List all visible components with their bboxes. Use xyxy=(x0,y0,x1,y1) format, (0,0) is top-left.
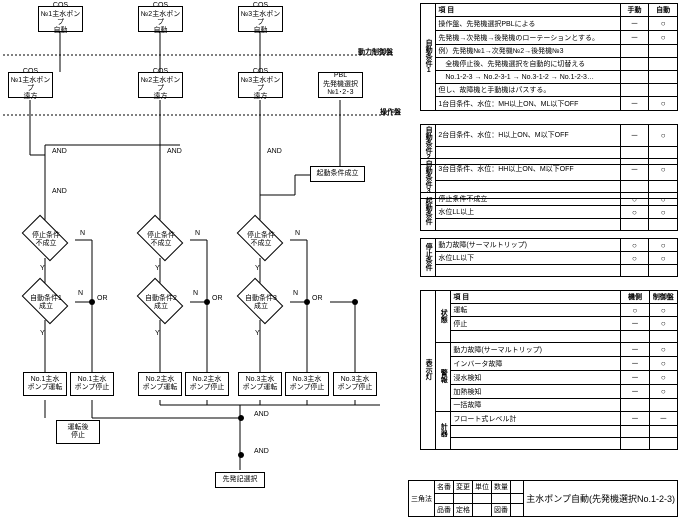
auto-diamond-3 xyxy=(237,278,284,325)
and-label-1: AND xyxy=(52,148,67,155)
table-start-cond: 起動条件停止条件不成立○○ 水位LL以上○○ xyxy=(420,192,678,231)
table-conditions-1: 自動条件1項 目手動自動 操作盤、先発機選択PBLによる－○ 先発機→次発機→後… xyxy=(420,3,678,111)
cos-1-remote: COS№1主水ポンプ遠方 xyxy=(8,72,53,98)
y-2: Y xyxy=(155,265,160,272)
y-a2: Y xyxy=(155,330,160,337)
or-dot-2 xyxy=(204,299,210,305)
cos-3-remote: COS№3主水ポンプ遠方 xyxy=(238,72,283,98)
or-2: OR xyxy=(212,295,223,302)
title-block: 三角法 名番 変更 単位 数量 主水ポンプ自動(先発機選択No.1-2-3) 品… xyxy=(408,480,678,517)
auto-diamond-2 xyxy=(137,278,184,325)
panel-power-label: 動力制御盤 xyxy=(358,47,393,57)
p2-stop-box: No.2主水ポンプ停止 xyxy=(185,372,229,396)
p3-run-box: No.3主水ポンプ運転 xyxy=(238,372,282,396)
n-a2: N xyxy=(193,290,198,297)
and-label-2: AND xyxy=(167,148,182,155)
or-3: OR xyxy=(312,295,323,302)
stop-diamond-1 xyxy=(22,215,69,262)
pbl-lead-select: PBL先発機選択№1･2･3 xyxy=(318,72,363,98)
p2-run-box: No.2主水ポンプ運転 xyxy=(138,372,182,396)
table-indicators: 表示灯状態項 目機側制御盤 運転○○ 停止－○ 警報動力故障(サーマルトリップ)… xyxy=(420,290,678,450)
and-label-3: AND xyxy=(267,148,282,155)
lead-order-select-box: 先発記選択 xyxy=(215,472,265,488)
p3b-stop-box: No.3主水ポンプ停止 xyxy=(333,372,377,396)
n-2: N xyxy=(195,230,200,237)
cos-1-top: COS№1主水ポンプ自動 xyxy=(38,6,83,32)
y-1: Y xyxy=(40,265,45,272)
or-dot-1 xyxy=(89,299,95,305)
stop-diamond-3 xyxy=(237,215,284,262)
n-3: N xyxy=(295,230,300,237)
or-dot-3 xyxy=(304,299,310,305)
and-label-4: AND xyxy=(52,188,67,195)
and-dot-2 xyxy=(238,452,244,458)
or-1: OR xyxy=(97,295,108,302)
p1-run-box: No.1主水ポンプ運転 xyxy=(23,372,67,396)
table-stop-cond: 停止条件動力故障(サーマルトリップ)○○ 水位LL以下○○ xyxy=(420,238,678,277)
y-a3: Y xyxy=(255,330,260,337)
and-label-5: AND xyxy=(254,411,269,418)
y-3: Y xyxy=(255,265,260,272)
cos-2-remote: COS№2主水ポンプ遠方 xyxy=(138,72,183,98)
p3-stop-box: No.3主水ポンプ停止 xyxy=(285,372,329,396)
drawing-title: 主水ポンプ自動(先発機選択No.1-2-3) xyxy=(524,481,678,517)
n-a1: N xyxy=(78,290,83,297)
cos-2-top: COS№2主水ポンプ自動 xyxy=(138,6,183,32)
n-a3: N xyxy=(293,290,298,297)
or-dot-4 xyxy=(352,299,358,305)
start-cond-box: 起動条件成立 xyxy=(310,166,365,182)
n-1: N xyxy=(80,230,85,237)
panel-op-label: 操作盤 xyxy=(380,107,401,117)
and-dot-1 xyxy=(238,415,244,421)
auto-diamond-1 xyxy=(22,278,69,325)
p1-stop-box: No.1主水ポンプ停止 xyxy=(70,372,114,396)
after-run-stop-box: 運転後停止 xyxy=(56,420,100,444)
cos-3-top: COS№3主水ポンプ自動 xyxy=(238,6,283,32)
stop-diamond-2 xyxy=(137,215,184,262)
and-label-6: AND xyxy=(254,448,269,455)
y-a1: Y xyxy=(40,330,45,337)
